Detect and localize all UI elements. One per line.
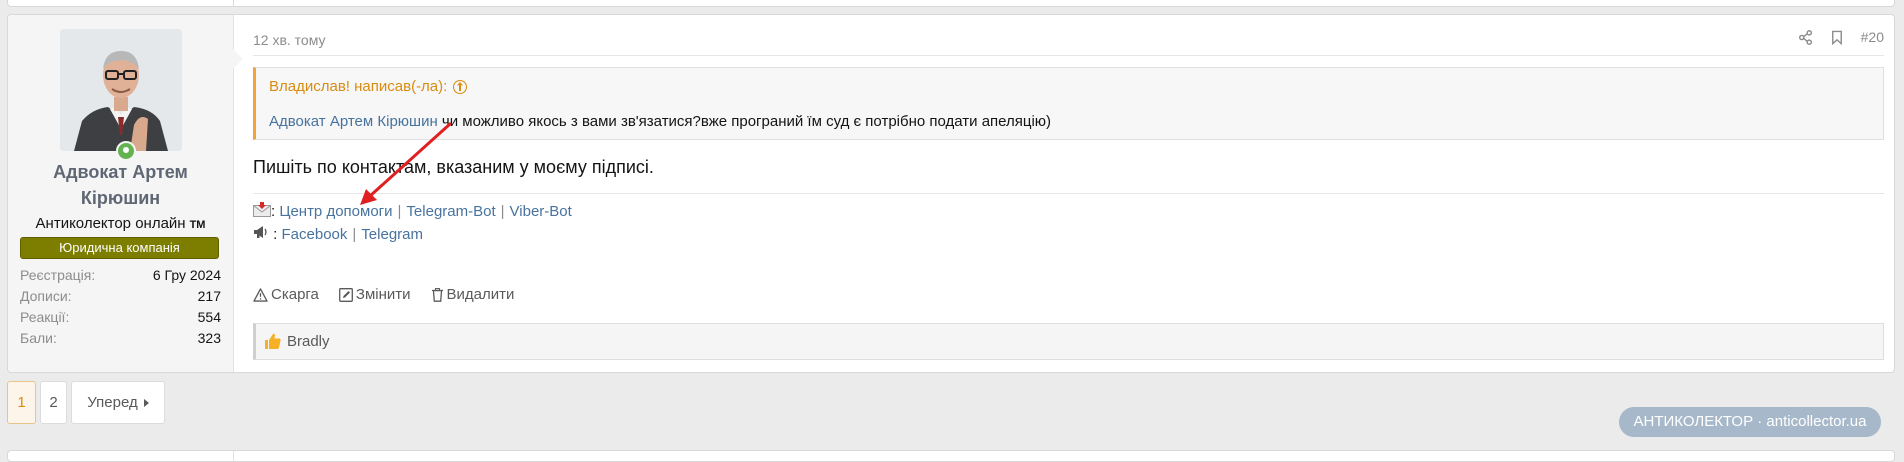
trademark-badge: TM — [189, 219, 206, 231]
next-page-button[interactable]: Уперед — [71, 381, 165, 424]
user-banner: Юридична компанія — [20, 237, 219, 259]
quote-author[interactable]: Владислав! написав(-ла): — [269, 78, 447, 95]
signature-line-1: : Центр допомоги | Telegram-Bot | Viber-… — [253, 202, 572, 221]
stat-value: 323 — [197, 330, 221, 346]
post-date[interactable]: 12 хв. тому — [253, 32, 326, 48]
reactions-bar: Bradly — [253, 323, 1884, 360]
warning-icon — [253, 287, 268, 302]
stat-label: Бали: — [20, 330, 57, 346]
avatar-image — [60, 29, 182, 151]
stat-value: 6 Гру 2024 — [152, 267, 221, 283]
previous-post-edge — [7, 0, 1895, 7]
watermark: АНТИКОЛЕКТОР · anticollector.ua — [1619, 407, 1881, 437]
quote-header[interactable]: Владислав! написав(-ла): — [269, 78, 468, 95]
trash-icon — [431, 287, 443, 302]
signature-line-2: : Facebook | Telegram — [253, 225, 423, 243]
post-actions: Скарга Змінити Видалити — [253, 286, 514, 303]
edit-button[interactable]: Змінити — [338, 286, 411, 303]
edit-icon — [338, 287, 353, 302]
stat-label: Реакції: — [20, 309, 70, 325]
mention-link[interactable]: Адвокат Артем Кірюшин — [269, 113, 438, 130]
avatar[interactable] — [60, 29, 182, 151]
author-title: Антиколектор онлайн TM — [18, 215, 223, 232]
stat-registration: Реєстрація: 6 Гру 2024 — [20, 265, 221, 286]
bookmark-icon[interactable] — [1831, 30, 1843, 45]
share-icon[interactable] — [1798, 29, 1813, 45]
reaction-users[interactable]: Bradly — [287, 333, 330, 350]
delete-label: Видалити — [446, 286, 515, 303]
signature-divider — [253, 193, 1884, 194]
quote-text: чи можливо якось з вами зв'язатися?вже п… — [437, 113, 1052, 130]
report-button[interactable]: Скарга — [253, 286, 319, 303]
pagination: 1 2 Уперед — [7, 381, 165, 424]
next-page-label: Уперед — [87, 394, 138, 411]
header-divider — [253, 55, 1884, 56]
viber-bot-link[interactable]: Viber-Bot — [510, 203, 572, 220]
user-panel: Адвокат Артем Кірюшин Антиколектор онлай… — [8, 15, 234, 372]
next-post-edge — [7, 450, 1895, 462]
page-1-button[interactable]: 1 — [7, 381, 36, 424]
telegram-bot-link[interactable]: Telegram-Bot — [406, 203, 495, 220]
post-main: 12 хв. тому #20 Владислав! написав(-ла):… — [243, 15, 1884, 372]
chevron-right-icon — [143, 398, 149, 407]
stat-reactions: Реакції: 554 — [20, 307, 221, 328]
page-2-button[interactable]: 2 — [40, 381, 67, 424]
mail-icon — [253, 202, 271, 221]
stat-label: Дописи: — [20, 288, 72, 304]
arrow-up-circle-icon[interactable] — [453, 79, 468, 94]
report-label: Скарга — [271, 286, 319, 303]
quote-body: Адвокат Артем Кірюшин чи можливо якось з… — [269, 113, 1051, 130]
stat-value: 217 — [197, 288, 221, 304]
quote-block: Владислав! написав(-ла): Адвокат Артем К… — [253, 67, 1884, 140]
edit-label: Змінити — [355, 286, 411, 303]
telegram-link[interactable]: Telegram — [361, 226, 423, 243]
message-text: Пишіть по контактам, вказаним у моєму пі… — [253, 157, 654, 177]
stat-posts: Дописи: 217 — [20, 286, 221, 307]
author-name[interactable]: Адвокат Артем Кірюшин — [18, 159, 223, 211]
help-center-link[interactable]: Центр допомоги — [279, 203, 392, 220]
delete-button[interactable]: Видалити — [431, 286, 515, 303]
stat-value: 554 — [197, 309, 221, 325]
post-number[interactable]: #20 — [1861, 29, 1884, 45]
user-panel-arrow — [233, 49, 243, 69]
author-title-text: Антиколектор онлайн — [35, 215, 186, 232]
facebook-link[interactable]: Facebook — [282, 226, 348, 243]
post-meta-actions: #20 — [1798, 29, 1884, 45]
thumbs-up-icon — [265, 333, 281, 349]
stat-points: Бали: 323 — [20, 328, 221, 349]
megaphone-icon — [253, 225, 269, 243]
user-stats: Реєстрація: 6 Гру 2024 Дописи: 217 Реакції… — [20, 265, 221, 349]
stat-label: Реєстрація: — [20, 267, 96, 283]
post: Адвокат Артем Кірюшин Антиколектор онлай… — [7, 14, 1895, 373]
online-status-icon — [116, 141, 136, 161]
